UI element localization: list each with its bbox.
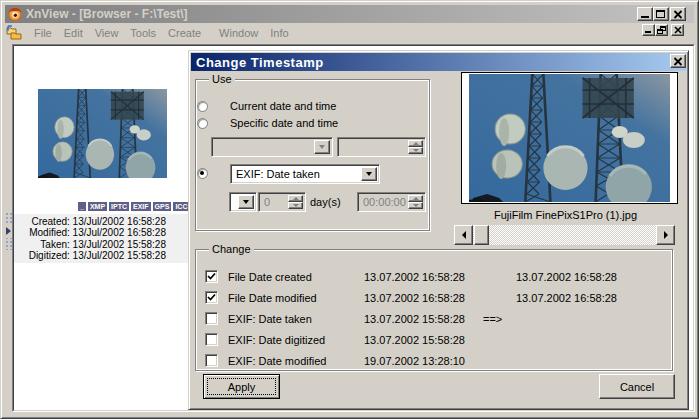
specific-time-spinner[interactable] [337,137,426,157]
mdi-restore-button[interactable] [655,24,668,36]
offset-time-value: 00:00:00 [363,196,406,208]
dialog-close-button[interactable] [670,54,686,68]
dropdown-arrow-icon [366,172,372,176]
menubar: File Edit View Tools Create Window Info [5,23,694,43]
main-titlebar: XnView - [Browser - F:\Test\] [5,5,694,23]
dialog-titlebar: Change Timestamp [191,53,686,71]
close-icon [673,10,683,19]
badge-comment: _ [78,202,86,211]
scroll-right-icon [664,231,668,239]
exif-source-combo[interactable]: EXIF: Date taken [230,164,380,184]
mdi-child-icon [6,25,22,41]
window-title: XnView - [Browser - F:\Test\] [26,7,188,21]
minimize-button[interactable] [637,7,653,21]
badge-xmp: XMP [88,202,107,211]
badge-iptc: IPTC [109,202,129,211]
checkbox-exif-date-modified[interactable] [205,354,218,367]
preview-filename: FujiFilm FinePixS1Pro (1).jpg [455,209,676,221]
arrow-exif-date-taken: ==> [483,313,502,325]
menu-tools[interactable]: Tools [124,25,162,41]
menu-edit[interactable]: Edit [58,25,89,41]
checkbox-exif-date-digitized[interactable] [205,333,218,346]
offset-time-spinner[interactable]: 00:00:00 [357,192,426,212]
scroll-left-button[interactable] [454,225,473,245]
change-group-label: Change [209,243,254,256]
menu-file[interactable]: File [28,25,58,41]
radio-exif-source[interactable] [197,168,208,179]
label-file-date-modified[interactable]: File Date modified [228,292,317,304]
badge-exif: EXIF [131,202,151,211]
days-unit-label: day(s) [310,196,341,208]
apply-button[interactable]: Apply [203,374,280,399]
cancel-button[interactable]: Cancel [599,374,675,399]
checkbox-file-date-created[interactable] [205,270,218,283]
new-file-date-created: 13.07.2002 16:58:28 [516,271,617,283]
exif-source-value: EXIF: Date taken [236,168,320,180]
radio-current-datetime[interactable] [197,101,208,112]
meta-modified: Modified: 13/Jul/2002 16:58:28 [14,227,166,238]
dropdown-arrow-icon [243,200,249,204]
radio-current-label[interactable]: Current date and time [230,100,336,112]
scroll-thumb[interactable] [474,225,489,245]
menu-view[interactable]: View [89,25,125,41]
menu-info[interactable]: Info [264,25,294,41]
mdi-minimize-button[interactable] [642,24,655,36]
exif-source-dropdown[interactable] [361,167,377,181]
current-file-date-created: 13.07.2002 16:58:28 [364,271,465,283]
current-exif-date-taken: 13.07.2002 15:58:28 [364,313,465,325]
close-button[interactable] [670,7,686,21]
offset-days-spinner[interactable]: 0 [258,192,306,212]
dialog-close-icon [673,57,683,66]
xnview-app-icon [7,6,23,22]
mdi-close-button[interactable] [671,24,684,36]
metadata-badges: _ XMP IPTC EXIF GPS ICC [76,202,189,211]
checkbox-exif-date-taken[interactable] [205,312,218,325]
dialog-title: Change Timestamp [196,55,324,70]
thumbnail-image[interactable] [38,89,167,178]
offset-sign-dropdown[interactable] [238,195,254,209]
menu-window[interactable]: Window [213,25,264,41]
dropdown-arrow-icon [319,145,325,149]
preview-scrollbar[interactable] [454,225,675,245]
change-timestamp-dialog: Change Timestamp Use Current date and ti… [188,50,689,410]
new-file-date-modified: 13.07.2002 16:58:28 [516,292,617,304]
current-exif-date-modified: 19.07.2002 13:28:10 [364,355,465,367]
label-file-date-created[interactable]: File Date created [228,271,312,283]
apply-button-label: Apply [228,381,256,393]
specific-date-dropdown[interactable] [314,140,330,154]
meta-created: Created: 13/Jul/2002 16:58:28 [14,216,166,227]
current-file-date-modified: 13.07.2002 16:58:28 [364,292,465,304]
splitter-collapse-arrow [6,227,11,235]
radio-specific-label[interactable]: Specific date and time [230,117,338,129]
scroll-left-icon [462,231,466,239]
radio-specific-datetime[interactable] [197,118,208,129]
offset-sign-combo[interactable] [229,192,257,212]
menu-create[interactable]: Create [162,25,207,41]
mdi-close-icon [674,26,682,34]
change-groupbox: Change File Date created 13.07.2002 16:5… [195,249,673,371]
badge-gps: GPS [153,202,172,211]
xnview-window: XnView - [Browser - F:\Test\] File Edit … [0,0,699,419]
offset-days-spin-buttons[interactable] [288,195,303,209]
label-exif-date-modified[interactable]: EXIF: Date modified [228,355,326,367]
meta-taken: Taken: 13/Jul/2002 15:58:28 [14,239,166,250]
thumbnail-metadata: Created: 13/Jul/2002 16:58:28 Modified: … [14,214,188,263]
specific-date-combo[interactable] [211,137,333,157]
maximize-button[interactable] [653,7,669,21]
pane-splitter[interactable] [5,212,12,250]
checkbox-file-date-modified[interactable] [205,291,218,304]
cancel-button-label: Cancel [620,381,654,393]
preview-image [469,74,670,202]
specific-time-spin-buttons[interactable] [408,140,423,154]
offset-days-value: 0 [264,196,270,208]
label-exif-date-digitized[interactable]: EXIF: Date digitized [228,334,325,346]
image-preview-frame [461,72,678,204]
use-groupbox: Use Current date and time Specific date … [195,79,430,231]
scroll-right-button[interactable] [656,225,675,245]
current-exif-date-digitized: 13.07.2002 15:58:28 [364,334,465,346]
meta-digitized: Digitized: 13/Jul/2002 15:58:28 [14,250,166,261]
offset-time-spin-buttons[interactable] [408,195,423,209]
use-group-label: Use [209,73,235,86]
label-exif-date-taken[interactable]: EXIF: Date taken [228,313,312,325]
